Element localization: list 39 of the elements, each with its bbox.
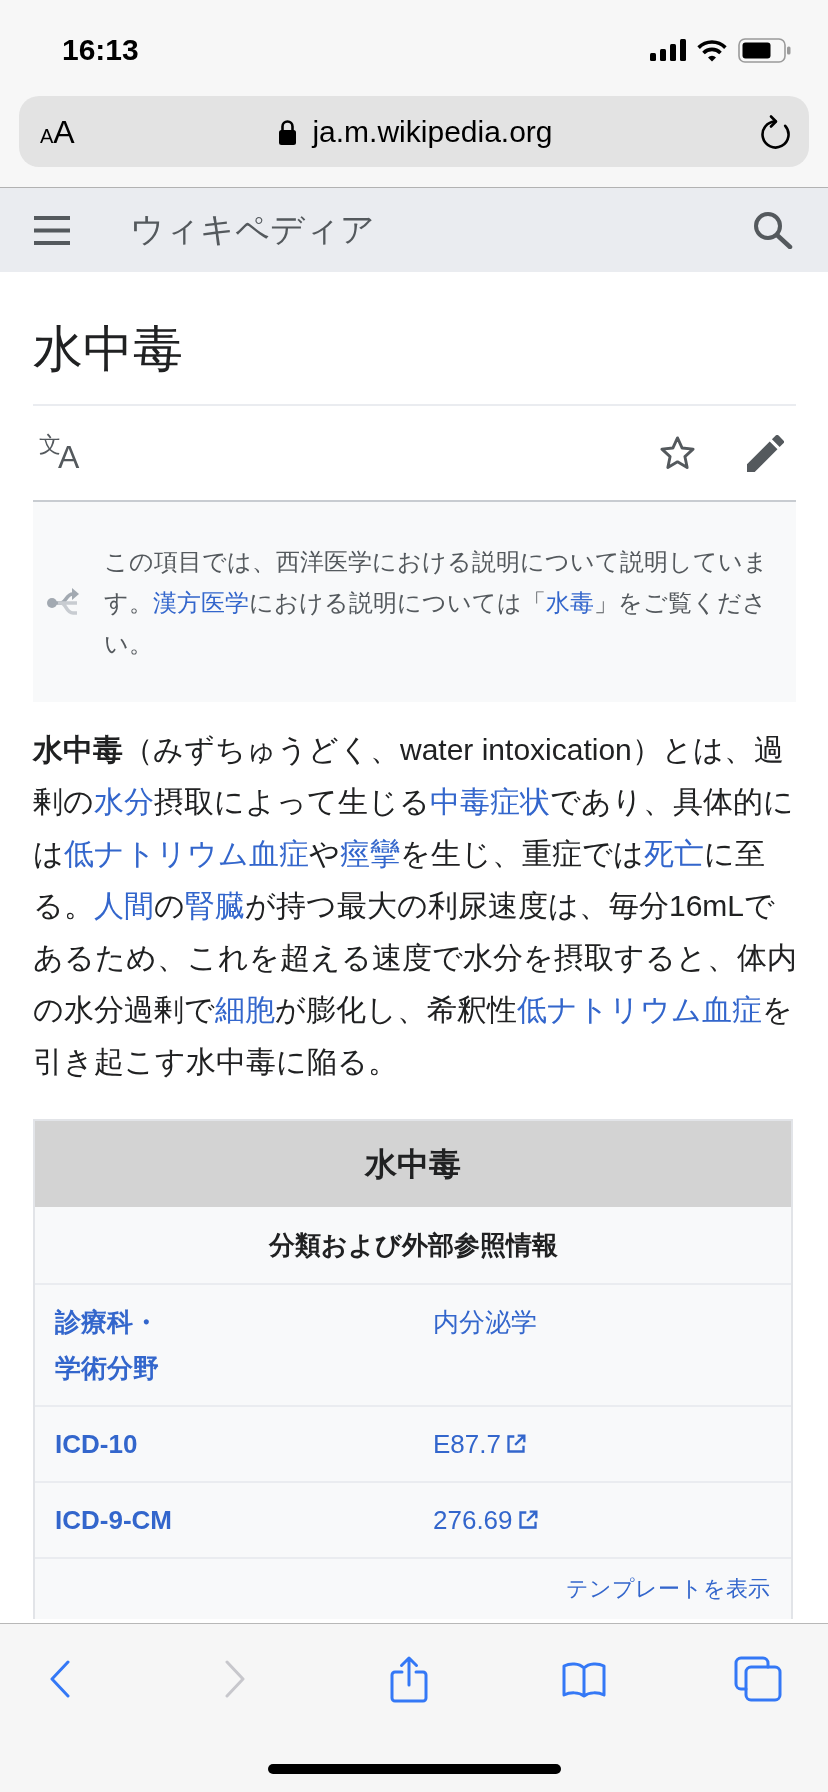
battery-icon xyxy=(738,37,791,63)
wifi-icon xyxy=(696,38,728,62)
infobox-value[interactable]: E87.7 xyxy=(433,1421,501,1467)
url-text[interactable]: ja.m.wikipedia.org xyxy=(312,116,553,147)
page-title: 水中毒 xyxy=(33,321,183,377)
infobox-label[interactable]: ICD-10 xyxy=(55,1421,138,1467)
overlapping-squares-icon[interactable] xyxy=(734,1656,782,1702)
status-time: 16:13 xyxy=(62,35,139,65)
article-link[interactable]: 痙攣 xyxy=(340,837,400,870)
article-link[interactable]: 死亡 xyxy=(644,837,704,870)
chevron-left-icon[interactable] xyxy=(49,1660,71,1698)
infobox-label[interactable]: ICD-9-CM xyxy=(55,1497,172,1543)
search-icon[interactable] xyxy=(753,211,793,249)
article-link[interactable]: 低ナトリウム血症 xyxy=(64,837,309,870)
text-size-button[interactable]: AA xyxy=(40,115,80,148)
share-icon[interactable] xyxy=(390,1655,428,1703)
reload-icon[interactable] xyxy=(760,113,791,150)
article-link[interactable]: 人間 xyxy=(94,889,154,922)
article-link[interactable]: 腎臓 xyxy=(185,889,245,922)
lead-paragraph: 水中毒（みずちゅうどく、water intoxication）とは、過剰の水分摂取によって生じる中毒症状であり、具体的には低ナトリウム血症や痙攣を生じ、重症では死亡に至る。人間の腎臓が持つ最大の利尿速度は、毎分16mLであるため、これを超える速度で水分を摂取すると、体内の水分過剰で細胞が膨化し、希釈性低ナトリウム血症を引き起こす水中毒に陥る。 xyxy=(33,732,798,1080)
hatnote-link[interactable]: 漢方医学 xyxy=(153,588,249,616)
article-link[interactable]: 水分 xyxy=(94,785,154,818)
infobox-subtitle: 分類および外部参照情報 xyxy=(268,1228,558,1262)
hatnote-text: この項目では、西洋医学における説明について説明しています。漢方医学における説明については「水毒」をご覧ください。 xyxy=(104,546,769,659)
article-link[interactable]: 低ナトリウム血症 xyxy=(517,993,762,1026)
infobox-value[interactable]: 内分泌学 xyxy=(433,1299,537,1345)
site-logo[interactable]: ウィキペディア xyxy=(130,213,375,247)
infobox-title: 水中毒 xyxy=(365,1145,461,1184)
article-link[interactable]: 中毒症状 xyxy=(430,785,550,818)
menu-icon[interactable] xyxy=(34,215,70,245)
infobox-value[interactable]: 276.69 xyxy=(433,1497,513,1543)
article-link[interactable]: 細胞 xyxy=(215,993,275,1026)
hatnote-link[interactable]: 水毒 xyxy=(546,588,594,616)
pencil-icon[interactable] xyxy=(747,434,784,472)
template-link[interactable]: テンプレートを表示 xyxy=(566,1573,770,1605)
infobox-label[interactable]: 診療科・学術分野 xyxy=(55,1299,181,1391)
star-icon[interactable] xyxy=(658,434,697,472)
signal-icon xyxy=(650,39,686,61)
book-icon[interactable] xyxy=(561,1660,606,1698)
